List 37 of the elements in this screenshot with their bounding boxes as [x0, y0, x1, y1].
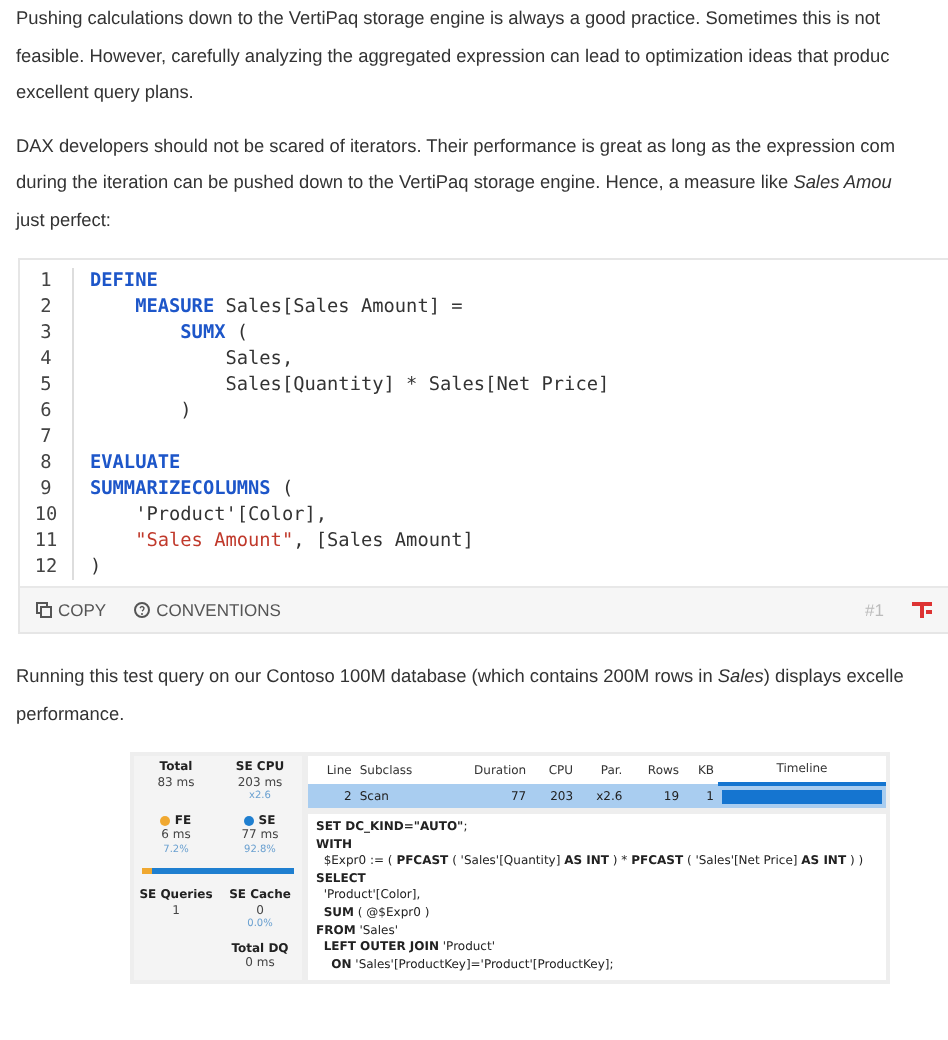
code-line: SUMMARIZECOLUMNS ( [90, 476, 294, 502]
code-line: "Sales Amount", [Sales Amount] [133, 528, 474, 554]
line-number: 12 [20, 554, 74, 580]
line-number: 10 [20, 502, 74, 528]
copy-icon [36, 602, 52, 618]
logo-icon[interactable] [912, 600, 932, 620]
code-index: #1 [865, 600, 884, 620]
code-line: EVALUATE [90, 450, 181, 476]
line-number: 11 [20, 528, 74, 554]
help-icon [134, 602, 151, 618]
code-line: DEFINE [90, 268, 158, 294]
line-number: 5 [20, 372, 74, 398]
paragraph-text: during the iteration can be pushed down to the VertiPaq storage engine. Hence, a measure like Sales Amou [16, 170, 894, 196]
paragraph-text: excellent query plans. [16, 80, 196, 106]
code-line: SUMX ( [178, 320, 249, 346]
line-number: 9 [20, 476, 74, 502]
line-number: 7 [20, 424, 74, 450]
paragraph-text: Running this test query on our Contoso 100M database (which contains 200M rows in Sales) displays excelle [16, 664, 906, 690]
code-line: 'Product'[Color], [133, 502, 328, 528]
code-line: MEASURE Sales[Sales Amount] = [133, 294, 463, 320]
copy-button[interactable]: COPY [36, 600, 107, 620]
code-line: Sales[Quantity] * Sales[Net Price] [223, 372, 610, 398]
paragraph-text: feasible. However, carefully analyzing the aggregated expression can lead to optimization ideas that produc [16, 43, 892, 70]
paragraph-text: just perfect: [16, 207, 113, 234]
paragraph-text: DAX developers should not be scared of iterators. Their performance is great as long as the expression com [16, 133, 898, 160]
line-number: 3 [20, 320, 74, 346]
line-number: 8 [20, 450, 74, 476]
paragraph-text: performance. [16, 701, 127, 728]
line-number: 4 [20, 346, 74, 372]
code-line: Sales, [223, 346, 294, 372]
line-number: 6 [20, 398, 74, 424]
conventions-button[interactable]: CONVENTIONS [134, 600, 281, 620]
paragraph-text: Pushing calculations down to the VertiPaq storage engine is always a good practice. Sometimes this is not [16, 6, 883, 32]
line-number: 1 [20, 268, 74, 294]
code-line: ) [178, 398, 192, 424]
line-number: 2 [20, 294, 74, 320]
code-line: ) [90, 554, 102, 580]
